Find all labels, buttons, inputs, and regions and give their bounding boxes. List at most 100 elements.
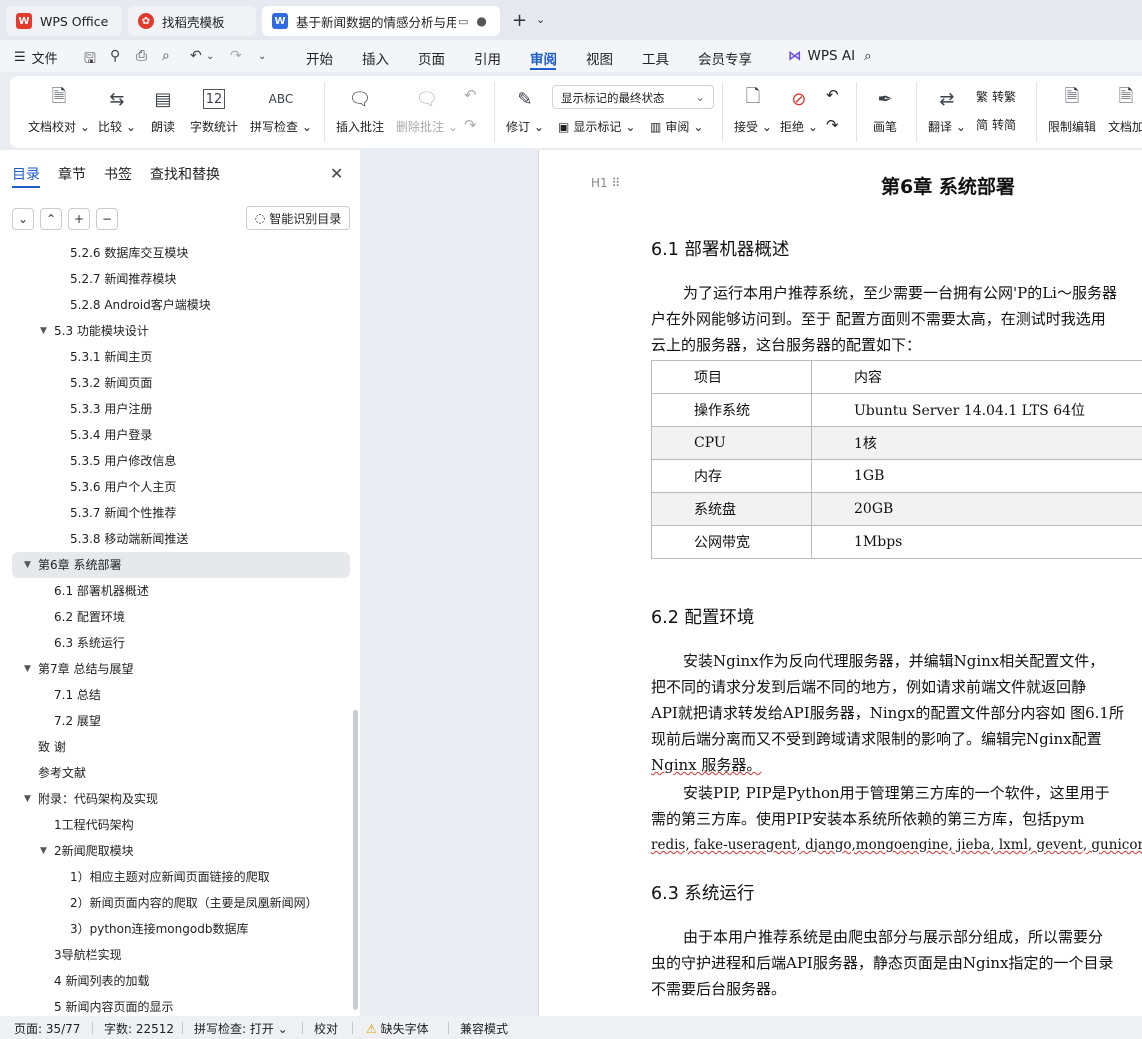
- tab-toc[interactable]: 目录: [12, 164, 40, 184]
- expand-caret-icon[interactable]: ▼: [40, 838, 47, 864]
- toc-item[interactable]: ▼ 5.3 功能模块设计: [0, 318, 360, 344]
- toc-item[interactable]: 5 新闻内容页面的显示: [0, 994, 360, 1016]
- show-markup-button[interactable]: ▣ 显示标记 ⌄: [558, 118, 635, 135]
- toc-item[interactable]: ▼ 附录：代码架构及实现: [0, 786, 360, 812]
- toc-item[interactable]: 致 谢: [0, 734, 360, 760]
- tab-close-icon[interactable]: ●: [476, 14, 486, 28]
- toc-item[interactable]: 3）python连接mongodb数据库: [0, 916, 360, 942]
- search-icon[interactable]: ⌕: [864, 48, 872, 64]
- toc-item[interactable]: 5.3.4 用户登录: [0, 422, 360, 448]
- tab-chapters[interactable]: 章节: [58, 164, 86, 184]
- toc-item[interactable]: 5.3.5 用户修改信息: [0, 448, 360, 474]
- toc-item[interactable]: 6.2 配置环境: [0, 604, 360, 630]
- undo-icon[interactable]: ↶: [190, 48, 202, 64]
- toc-item[interactable]: 5.2.8 Android客户端模块: [0, 292, 360, 318]
- menu-tools[interactable]: 工具: [642, 48, 669, 68]
- expand-caret-icon[interactable]: ▼: [24, 786, 31, 812]
- quick-access-chevron-icon[interactable]: ⌄: [258, 51, 266, 62]
- menu-view[interactable]: 视图: [586, 48, 613, 68]
- heading-marker[interactable]: H1 ⠿: [591, 176, 620, 190]
- toc-item[interactable]: 7.2 展望: [0, 708, 360, 734]
- collapse-up-icon[interactable]: ⌃: [40, 208, 62, 230]
- compare-button[interactable]: ⇆ 比较 ⌄: [98, 86, 136, 135]
- chevron-down-icon[interactable]: ⌄: [536, 13, 545, 26]
- to-simplified-button[interactable]: 简 转简: [976, 116, 1016, 133]
- tab-docer[interactable]: ✿ 找稻壳模板: [128, 6, 256, 36]
- translate-button[interactable]: ⇄ 翻译 ⌄: [928, 86, 966, 135]
- word-count-indicator[interactable]: 字数: 22512: [104, 1020, 174, 1037]
- tab-document[interactable]: W 基于新闻数据的情感分析与用户 ▭ ●: [262, 6, 500, 36]
- close-icon[interactable]: ✕: [330, 164, 343, 183]
- previous-change-icon[interactable]: ↶: [826, 86, 839, 104]
- wps-ai-button[interactable]: ⋈ WPS AI: [788, 48, 855, 64]
- next-change-icon[interactable]: ↷: [826, 116, 839, 134]
- toc-item[interactable]: 6.1 部署机器概述: [0, 578, 360, 604]
- restrict-edit-button[interactable]: 🗎 限制编辑: [1048, 86, 1096, 135]
- spell-check-indicator[interactable]: 拼写检查: 打开 ⌄: [194, 1020, 288, 1037]
- undo-dropdown-icon[interactable]: ⌄: [206, 51, 214, 62]
- track-changes-button[interactable]: ✎ 修订 ⌄: [506, 86, 544, 135]
- delete-comment-button[interactable]: 🗨 删除批注 ⌄: [396, 86, 458, 135]
- expand-plus-icon[interactable]: +: [68, 208, 90, 230]
- toc-item[interactable]: 5.3.8 移动端新闻推送: [0, 526, 360, 552]
- previous-comment-icon[interactable]: ↶: [464, 86, 477, 104]
- expand-caret-icon[interactable]: ▼: [40, 318, 47, 344]
- toc-item[interactable]: 5.3.2 新闻页面: [0, 370, 360, 396]
- redo-icon[interactable]: ↷: [230, 48, 242, 64]
- word-count-button[interactable]: 12 字数统计: [190, 86, 238, 135]
- toc-item[interactable]: 1工程代码架构: [0, 812, 360, 838]
- menu-insert[interactable]: 插入: [362, 48, 389, 68]
- toc-item[interactable]: 5.3.1 新闻主页: [0, 344, 360, 370]
- toc-item[interactable]: 1）相应主题对应新闻页面链接的爬取: [0, 864, 360, 890]
- toc-item[interactable]: 5.2.7 新闻推荐模块: [0, 266, 360, 292]
- toc-item[interactable]: 5.3.7 新闻个性推荐: [0, 500, 360, 526]
- markup-display-select[interactable]: 显示标记的最终状态 ⌄: [552, 85, 714, 109]
- menu-page[interactable]: 页面: [418, 48, 445, 68]
- toc-item[interactable]: ▼ 第7章 总结与展望: [0, 656, 360, 682]
- toc-item[interactable]: 3导航栏实现: [0, 942, 360, 968]
- proofread-indicator[interactable]: 校对: [314, 1020, 338, 1037]
- page-indicator[interactable]: 页面: 35/77: [14, 1020, 80, 1037]
- next-comment-icon[interactable]: ↷: [464, 116, 477, 134]
- doc-proofread-button[interactable]: 🗎 文档校对 ⌄: [28, 86, 90, 135]
- toc-item[interactable]: 2）新闻页面内容的爬取（主要是凤凰新闻网）: [0, 890, 360, 916]
- missing-font-indicator[interactable]: ⚠ 缺失字体: [366, 1020, 429, 1037]
- share-icon[interactable]: ⚲: [110, 48, 120, 64]
- file-menu[interactable]: ☰ 文件: [14, 48, 58, 67]
- tab-wps-office[interactable]: W WPS Office: [6, 6, 122, 36]
- toc-item[interactable]: 5.2.6 数据库交互模块: [0, 240, 360, 266]
- expand-caret-icon[interactable]: ▼: [24, 656, 31, 682]
- reject-button[interactable]: ⊘ 拒绝 ⌄: [780, 86, 818, 135]
- expand-caret-icon[interactable]: ▼: [24, 552, 31, 578]
- menu-member[interactable]: 会员专享: [698, 48, 752, 68]
- accept-button[interactable]: 🗋 接受 ⌄: [734, 86, 772, 135]
- toc-item[interactable]: ▼ 2新闻爬取模块: [0, 838, 360, 864]
- collapse-minus-icon[interactable]: −: [96, 208, 118, 230]
- read-aloud-button[interactable]: ▤ 朗读: [150, 86, 176, 135]
- to-traditional-button[interactable]: 繁 转繁: [976, 88, 1016, 105]
- save-icon[interactable]: 🖫: [84, 48, 96, 72]
- menu-home[interactable]: 开始: [306, 48, 333, 68]
- spell-check-button[interactable]: ABC 拼写检查 ⌄: [250, 86, 312, 135]
- tab-find-replace[interactable]: 查找和替换: [150, 164, 220, 184]
- print-preview-icon[interactable]: ⌕: [162, 48, 170, 64]
- menu-review[interactable]: 审阅: [530, 48, 557, 68]
- toc-item[interactable]: 5.3.6 用户个人主页: [0, 474, 360, 500]
- menu-reference[interactable]: 引用: [474, 48, 501, 68]
- tab-bookmarks[interactable]: 书签: [104, 164, 132, 184]
- toc-item[interactable]: 6.3 系统运行: [0, 630, 360, 656]
- print-icon[interactable]: ⎙: [136, 48, 147, 64]
- toc-item[interactable]: 参考文献: [0, 760, 360, 786]
- toc-item[interactable]: 4 新闻列表的加载: [0, 968, 360, 994]
- toc-item[interactable]: 7.1 总结: [0, 682, 360, 708]
- review-pane-button[interactable]: ▥ 审阅 ⌄: [650, 118, 703, 135]
- scrollbar[interactable]: [353, 710, 358, 1010]
- ink-button[interactable]: ✒ 画笔: [872, 86, 898, 135]
- insert-comment-button[interactable]: 🗨 插入批注: [336, 86, 384, 135]
- collapse-down-icon[interactable]: ⌄: [12, 208, 34, 230]
- toc-item[interactable]: ▼ 第6章 系统部署: [12, 552, 350, 578]
- toc-item[interactable]: 5.3.3 用户注册: [0, 396, 360, 422]
- smart-toc-button[interactable]: ◌ 智能识别目录: [246, 206, 350, 230]
- new-tab-plus-icon[interactable]: +: [512, 10, 527, 31]
- doc-encrypt-button[interactable]: 🗎 文档加: [1108, 86, 1142, 135]
